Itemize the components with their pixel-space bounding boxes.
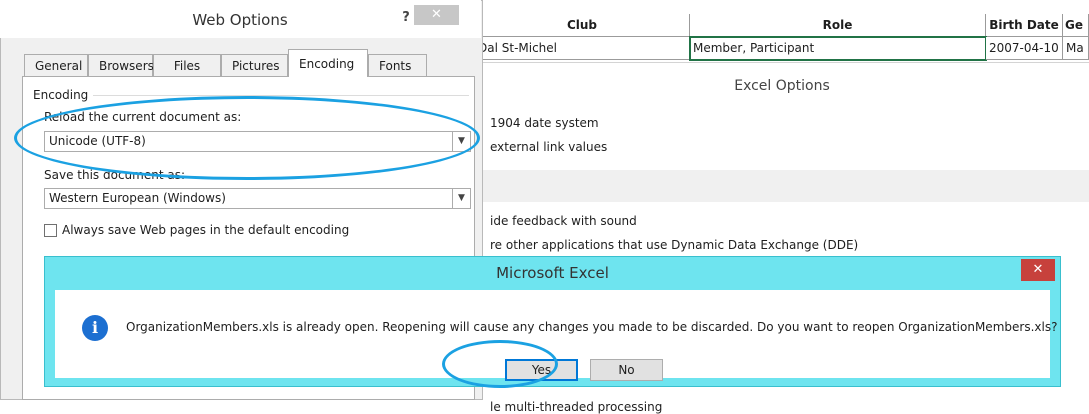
microsoft-excel-message-box: Microsoft Excel ✕ i OrganizationMembers.…	[44, 256, 1061, 387]
cell-club[interactable]: Dal St-Michel	[475, 37, 690, 60]
option-date-system-label: 1904 date system	[490, 116, 599, 130]
cell-birth-date[interactable]: 2007-04-10	[986, 37, 1063, 60]
close-icon: ✕	[1032, 262, 1044, 277]
option-external-links-label: external link values	[490, 140, 608, 154]
option-feedback-sound[interactable]: ide feedback with sound	[490, 214, 637, 228]
tab-fonts[interactable]: Fonts	[368, 54, 427, 76]
options-section-band	[475, 170, 1089, 202]
group-divider	[93, 95, 469, 96]
save-encoding-value: Western European (Windows)	[49, 191, 226, 205]
web-options-close-button[interactable]: ✕	[414, 5, 459, 25]
reload-encoding-select[interactable]: Unicode (UTF-8) ▼	[44, 131, 471, 152]
cell-role[interactable]: Member, Participant	[689, 36, 987, 61]
option-multithread[interactable]: le multi-threaded processing	[490, 400, 662, 414]
option-dde[interactable]: re other applications that use Dynamic D…	[490, 238, 858, 252]
yes-button[interactable]: Yes	[505, 359, 578, 381]
always-save-default-label[interactable]: Always save Web pages in the default enc…	[62, 223, 349, 237]
column-header-role[interactable]: Role	[690, 14, 986, 37]
encoding-group-label: Encoding	[33, 88, 89, 102]
option-multithread-label: le multi-threaded processing	[490, 400, 663, 414]
message-box-close-button[interactable]: ✕	[1021, 259, 1055, 281]
chevron-down-icon[interactable]: ▼	[452, 189, 470, 208]
tab-browsers[interactable]: Browsers	[88, 54, 154, 76]
tab-general[interactable]: General	[24, 54, 88, 76]
column-header-club[interactable]: Club	[475, 14, 690, 37]
reload-encoding-value: Unicode (UTF-8)	[49, 134, 146, 148]
option-external-links[interactable]: external link values	[490, 140, 607, 154]
sheet-top-strip	[475, 0, 1089, 15]
info-icon: i	[82, 315, 108, 341]
save-encoding-select[interactable]: Western European (Windows) ▼	[44, 188, 471, 209]
help-button[interactable]: ?	[398, 10, 414, 26]
option-date-system[interactable]: 1904 date system	[490, 116, 599, 130]
reload-label: Reload the current document as:	[44, 110, 242, 124]
web-options-title: Web Options	[192, 11, 288, 29]
column-header-partial[interactable]: Ge	[1063, 14, 1089, 37]
message-box-title: Microsoft Excel	[496, 264, 609, 282]
message-box-body: i OrganizationMembers.xls is already ope…	[55, 290, 1057, 381]
excel-options-title: Excel Options	[475, 62, 1089, 109]
chevron-down-icon[interactable]: ▼	[452, 132, 470, 151]
message-text: OrganizationMembers.xls is already open.…	[126, 320, 1058, 334]
close-icon: ✕	[431, 7, 442, 22]
tab-pictures[interactable]: Pictures	[221, 54, 288, 76]
tab-encoding[interactable]: Encoding	[288, 49, 368, 77]
cell-partial[interactable]: Ma	[1063, 37, 1089, 60]
save-label: Save this document as:	[44, 168, 185, 182]
column-header-birth-date[interactable]: Birth Date	[986, 14, 1063, 37]
option-feedback-sound-label: ide feedback with sound	[490, 214, 637, 228]
tab-files[interactable]: Files	[153, 54, 221, 76]
always-save-default-checkbox[interactable]	[44, 224, 57, 237]
option-dde-label: re other applications that use Dynamic D…	[490, 238, 859, 252]
no-button[interactable]: No	[590, 359, 663, 381]
